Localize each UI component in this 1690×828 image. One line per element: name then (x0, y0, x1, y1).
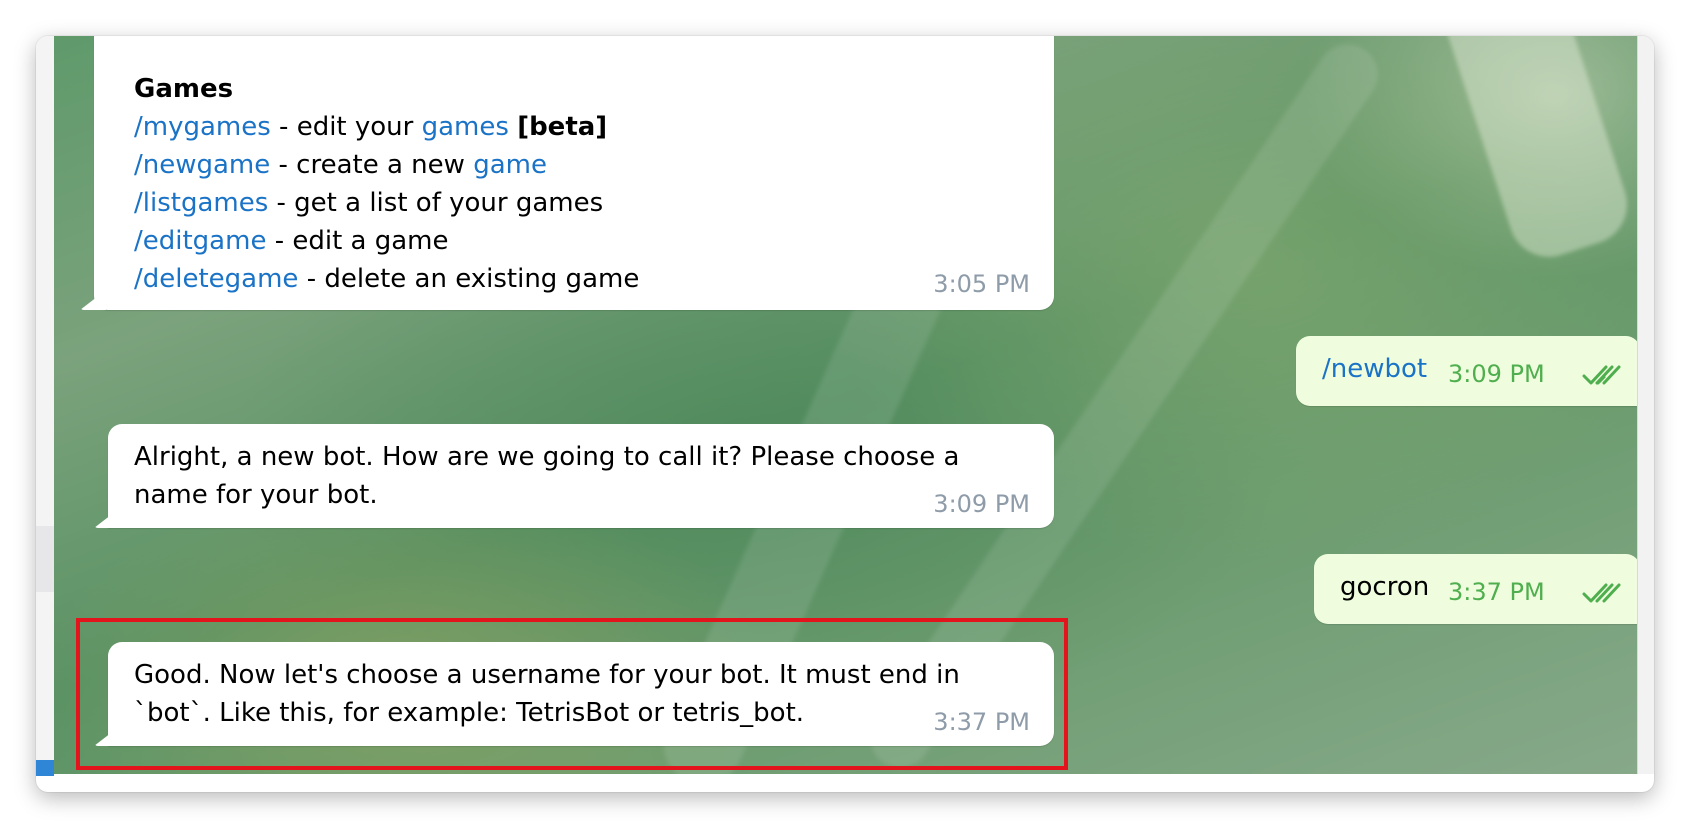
telegram-window: Games /mygames - edit your games [beta] … (36, 36, 1654, 792)
message-alright: Alright, a new bot. How are we going to … (108, 424, 1054, 528)
help-line-mygames: /mygames - edit your games [beta] (134, 108, 1026, 146)
message-newbot: /newbot 3:09 PM (1296, 336, 1638, 406)
chat-list-edge (36, 36, 54, 776)
command-link-mygames[interactable]: /mygames (134, 112, 271, 142)
message-text: Alright, a new bot. How are we going to … (134, 442, 960, 510)
double-check-icon (1582, 365, 1621, 385)
message-games-help: Games /mygames - edit your games [beta] … (94, 36, 1054, 310)
game-link[interactable]: game (473, 150, 547, 180)
help-line-listgames: /listgames - get a list of your games (134, 184, 1026, 222)
message-time: 3:05 PM (933, 270, 1030, 298)
beta-label: [beta] (517, 112, 608, 142)
help-line-newgame: /newgame - create a new game (134, 146, 1026, 184)
command-link-newgame[interactable]: /newgame (134, 150, 270, 180)
message-time: 3:09 PM (933, 490, 1030, 518)
input-area-edge (54, 774, 1638, 792)
help-line-deletegame: /deletegame - delete an existing game (134, 260, 1026, 298)
scrollbar[interactable] (1637, 36, 1654, 774)
selected-chat-edge[interactable] (36, 526, 54, 592)
help-text: - create a new (270, 150, 474, 180)
chat-history[interactable]: Games /mygames - edit your games [beta] … (54, 36, 1638, 774)
help-text: - delete an existing game (298, 264, 640, 294)
help-text: - edit your (270, 112, 422, 142)
message-time: 3:09 PM (1448, 360, 1545, 388)
help-text (509, 112, 517, 142)
games-heading: Games (134, 74, 234, 104)
wallpaper-streak (1430, 36, 1638, 268)
message-text: Good. Now let's choose a username for yo… (134, 660, 960, 728)
message-text: gocron (1340, 572, 1430, 602)
command-link-editgame[interactable]: /editgame (134, 226, 266, 256)
double-check-icon (1582, 583, 1621, 603)
command-link-listgames[interactable]: /listgames (134, 188, 268, 218)
help-text: - get a list of your games (268, 188, 604, 218)
message-gocron: gocron 3:37 PM (1314, 554, 1638, 624)
message-username: Good. Now let's choose a username for yo… (108, 642, 1054, 746)
active-indicator (36, 760, 54, 776)
message-time: 3:37 PM (1448, 578, 1545, 606)
message-time: 3:37 PM (933, 708, 1030, 736)
command-link-newbot[interactable]: /newbot (1322, 354, 1427, 384)
command-link-deletegame[interactable]: /deletegame (134, 264, 298, 294)
help-text: - edit a game (266, 226, 449, 256)
help-line-editgame: /editgame - edit a game (134, 222, 1026, 260)
games-link[interactable]: games (422, 112, 509, 142)
